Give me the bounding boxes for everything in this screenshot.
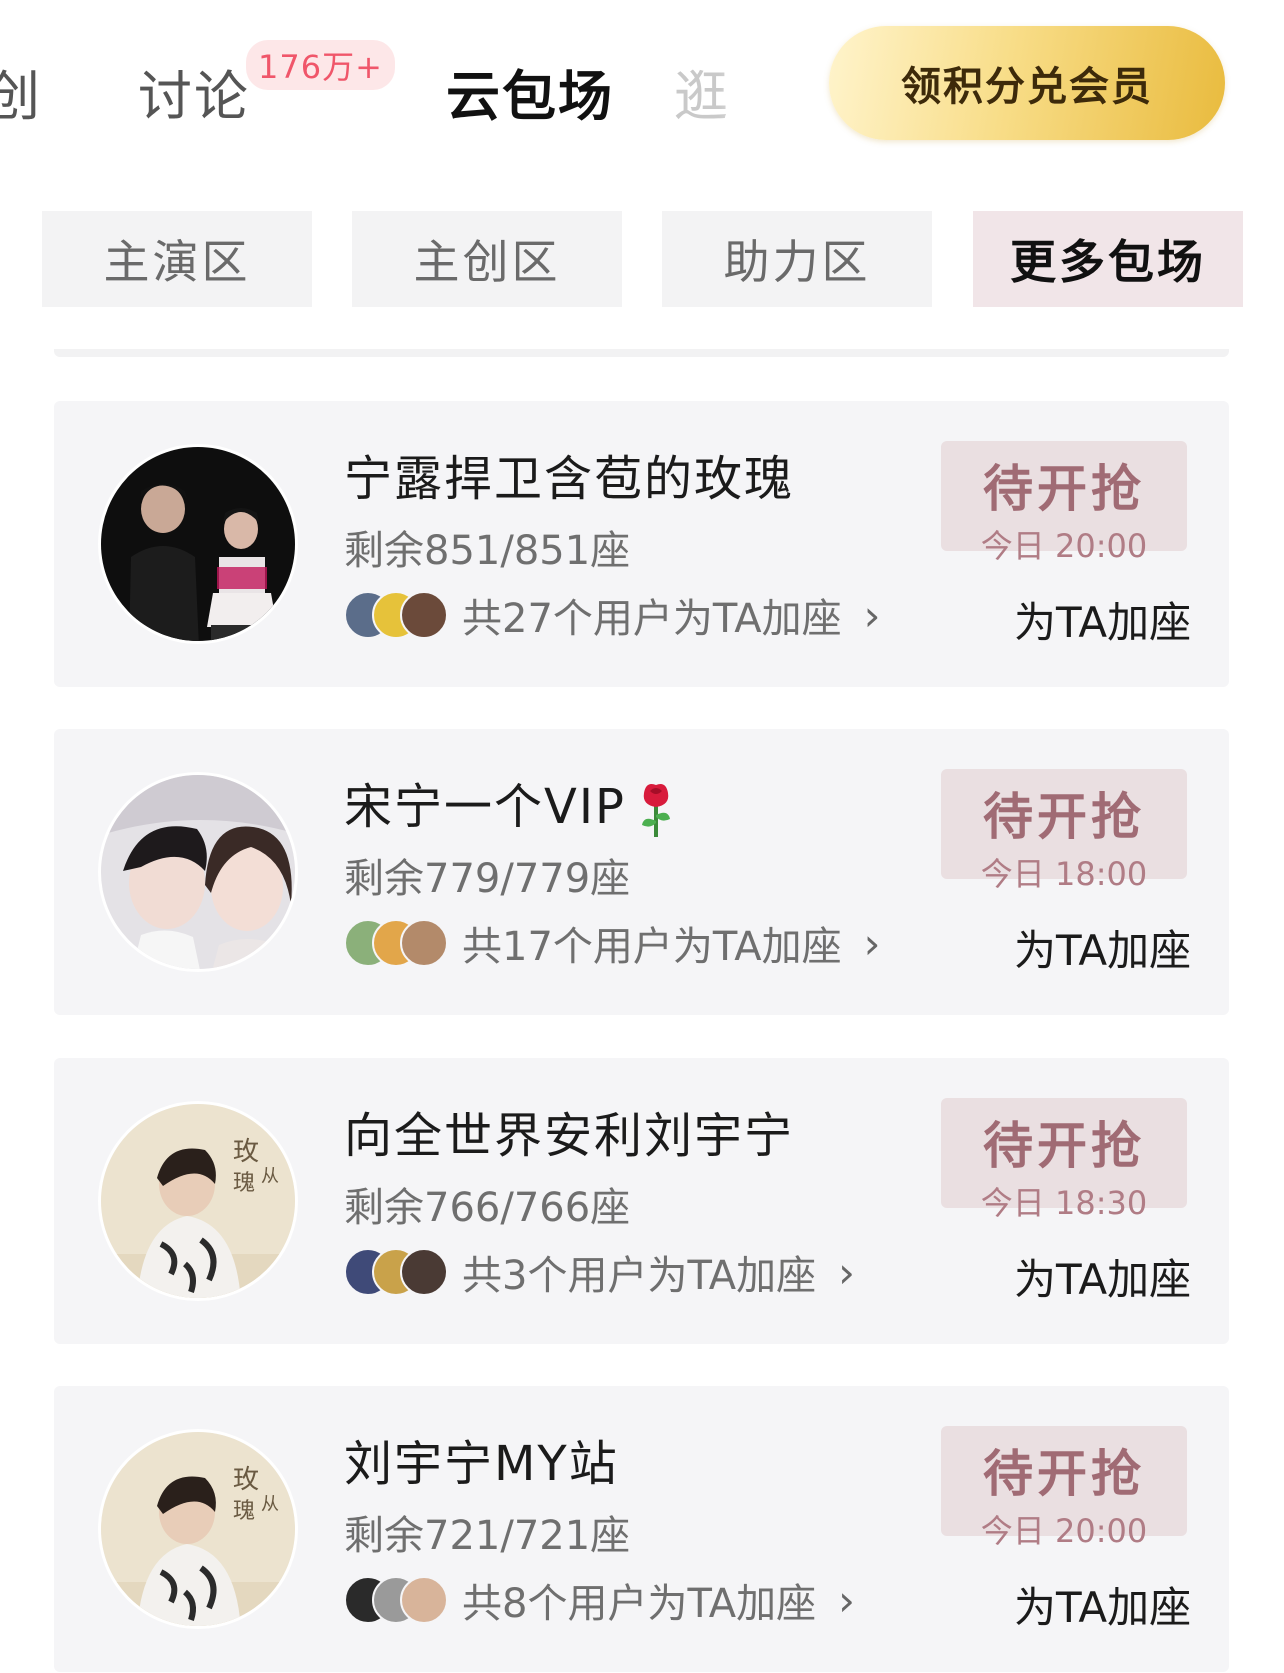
supporter-avatar <box>400 1576 448 1624</box>
supporter-avatars <box>344 589 450 641</box>
supporters-count: 共8个用户为TA加座 <box>462 1581 817 1627</box>
supporters-link[interactable]: 共3个用户为TA加座 › <box>344 1244 855 1300</box>
screening-card[interactable]: 宁露捍卫含苞的玫瑰 剩余851/851座 共27个用户为TA加座 › 待开抢 今… <box>54 401 1229 687</box>
tab-browse[interactable]: 逛 <box>674 52 774 131</box>
screening-card[interactable]: 玫 瑰 从 向全世界安利刘宇宁 剩余766/766座 共3个用户为TA加座 › … <box>54 1058 1229 1344</box>
supporter-avatar <box>400 1248 448 1296</box>
remaining-seats: 剩余851/851座 <box>344 528 631 574</box>
status-label: 待开抢 <box>983 1445 1145 1503</box>
screening-title: 宁露捍卫含苞的玫瑰 <box>344 451 795 507</box>
rose-icon <box>641 784 670 837</box>
avatar[interactable]: 玫 瑰 从 <box>98 1101 298 1301</box>
chevron-right-icon: › <box>838 1247 855 1297</box>
chevron-right-icon: › <box>838 1575 855 1625</box>
remaining-seats: 剩余766/766座 <box>344 1185 631 1231</box>
grab-status-button[interactable]: 待开抢 今日 20:00 <box>941 1426 1187 1550</box>
screening-card[interactable]: 宋宁一个VIP 剩余779/779座 共17个用户为TA加座 › 待开抢 今日 … <box>54 729 1229 1015</box>
chevron-right-icon: › <box>863 918 881 968</box>
add-seat-button[interactable]: 为TA加座 <box>1014 589 1191 650</box>
screening-title: 宋宁一个VIP <box>344 767 676 839</box>
svg-text:从: 从 <box>261 1166 279 1187</box>
avatar[interactable]: 玫 瑰 从 <box>98 1429 298 1629</box>
svg-text:瑰: 瑰 <box>233 1499 255 1524</box>
category-tab-lead-actors[interactable]: 主演区 <box>42 211 312 307</box>
supporters-count: 共17个用户为TA加座 <box>462 924 842 970</box>
category-tab-creators[interactable]: 主创区 <box>352 211 622 307</box>
supporters-link[interactable]: 共8个用户为TA加座 › <box>344 1572 855 1628</box>
category-tab-support[interactable]: 助力区 <box>662 211 932 307</box>
supporter-avatar <box>400 591 448 639</box>
supporter-avatars <box>344 917 450 969</box>
chevron-right-icon: › <box>863 590 881 640</box>
add-seat-button[interactable]: 为TA加座 <box>1014 1574 1191 1635</box>
grab-status-button[interactable]: 待开抢 今日 18:30 <box>941 1098 1187 1222</box>
status-label: 待开抢 <box>983 460 1145 518</box>
tab-discuss[interactable]: 讨论 <box>138 52 250 131</box>
supporter-avatars <box>344 1246 450 1298</box>
top-tab-bar: 创 讨论 176万+ 云包场 逛 领积分兑会员 <box>0 0 1284 160</box>
avatar[interactable] <box>98 772 298 972</box>
screening-title-text: 宋宁一个VIP <box>344 779 626 835</box>
avatar[interactable] <box>98 444 298 644</box>
start-time: 今日 20:00 <box>980 527 1148 565</box>
redeem-membership-button[interactable]: 领积分兑会员 <box>829 26 1225 140</box>
discuss-count-badge: 176万+ <box>246 40 395 90</box>
svg-text:瑰: 瑰 <box>233 1171 255 1196</box>
svg-text:玫: 玫 <box>233 1465 259 1495</box>
supporter-avatar <box>400 919 448 967</box>
category-tab-more-screenings[interactable]: 更多包场 <box>973 211 1243 307</box>
add-seat-button[interactable]: 为TA加座 <box>1014 1246 1191 1307</box>
supporter-avatars <box>344 1574 450 1626</box>
start-time: 今日 20:00 <box>980 1512 1148 1550</box>
svg-text:玫: 玫 <box>233 1137 259 1167</box>
remaining-seats: 剩余779/779座 <box>344 856 631 902</box>
svg-text:从: 从 <box>261 1494 279 1515</box>
status-label: 待开抢 <box>983 788 1145 846</box>
supporters-count: 共27个用户为TA加座 <box>462 596 842 642</box>
screening-card[interactable]: 玫 瑰 从 刘宇宁MY站 剩余721/721座 共8个用户为TA加座 › 待开抢… <box>54 1386 1229 1672</box>
supporters-count: 共3个用户为TA加座 <box>462 1253 817 1299</box>
start-time: 今日 18:30 <box>980 1184 1148 1222</box>
tab-cloud-screening[interactable]: 云包场 <box>446 52 614 131</box>
status-label: 待开抢 <box>983 1117 1145 1175</box>
grab-status-button[interactable]: 待开抢 今日 18:00 <box>941 769 1187 893</box>
start-time: 今日 18:00 <box>980 855 1148 893</box>
screening-title: 刘宇宁MY站 <box>344 1436 619 1492</box>
divider <box>54 349 1229 357</box>
grab-status-button[interactable]: 待开抢 今日 20:00 <box>941 441 1187 565</box>
screening-title: 向全世界安利刘宇宁 <box>344 1108 795 1164</box>
remaining-seats: 剩余721/721座 <box>344 1513 631 1559</box>
add-seat-button[interactable]: 为TA加座 <box>1014 917 1191 978</box>
supporters-link[interactable]: 共27个用户为TA加座 › <box>344 587 880 643</box>
tab-creative[interactable]: 创 <box>0 52 42 131</box>
supporters-link[interactable]: 共17个用户为TA加座 › <box>344 915 880 971</box>
